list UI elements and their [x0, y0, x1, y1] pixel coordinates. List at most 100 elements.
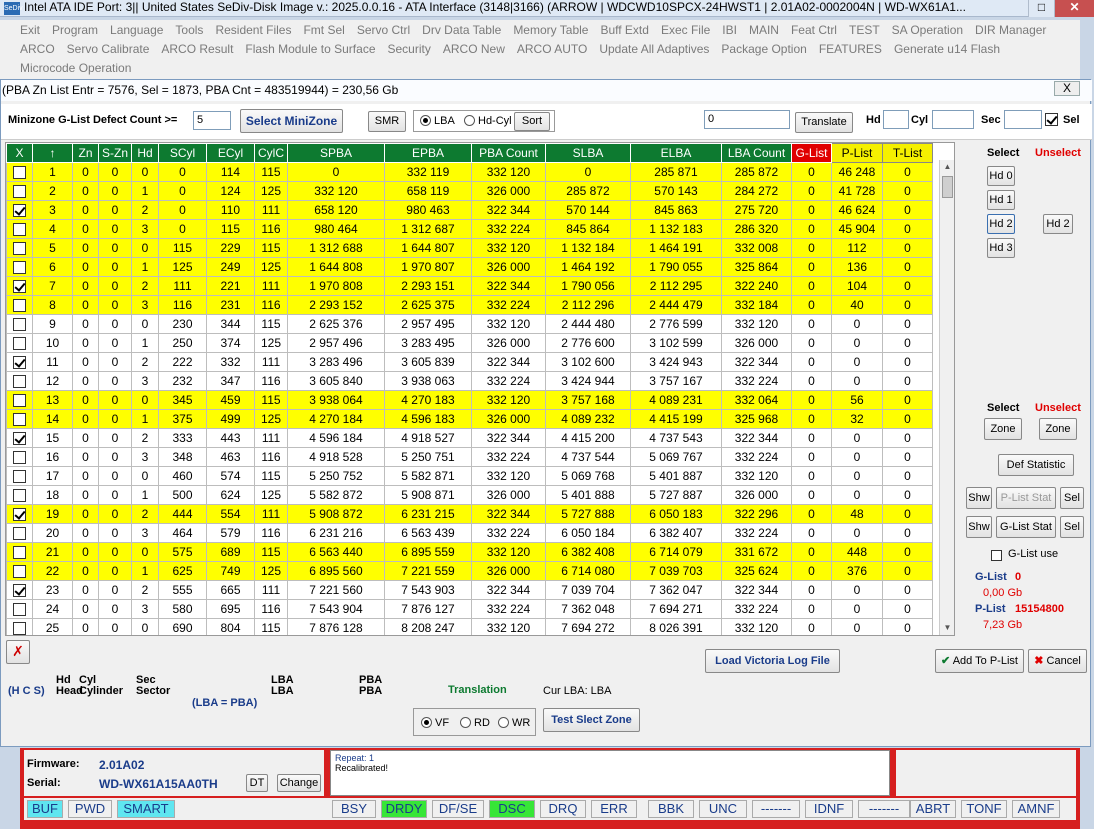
table-row[interactable]: 8 0 0 3 116 231 116 2 293 152 2 625 375 332 224 2 … [6, 295, 933, 315]
table-row[interactable]: 25 0 0 0 690 804 115 7 876 128 8 208 247 332 120 7… [6, 618, 933, 635]
menu-item-security[interactable]: Security [388, 42, 431, 56]
show-glist-button[interactable]: Shw [966, 516, 992, 538]
menu-item-flash-module-to-surface[interactable]: Flash Module to Surface [245, 42, 375, 56]
sec-input[interactable] [1004, 110, 1042, 129]
row-checkbox[interactable] [6, 371, 33, 391]
lba-radio[interactable]: LBA [420, 115, 455, 127]
row-checkbox[interactable] [6, 314, 33, 334]
select-minizone-button[interactable]: Select MiniZone [240, 109, 343, 133]
scroll-thumb[interactable] [942, 176, 953, 198]
change-button[interactable]: Change [277, 774, 321, 792]
vf-radio[interactable]: VF [421, 717, 449, 729]
hd3-button[interactable]: Hd 3 [987, 238, 1015, 258]
restore-icon[interactable]: □ [1028, 0, 1054, 17]
row-checkbox[interactable] [6, 618, 33, 635]
row-checkbox[interactable] [6, 352, 33, 372]
menu-item-language[interactable]: Language [110, 23, 163, 37]
table-row[interactable]: 19 0 0 2 444 554 111 5 908 872 6 231 215 322 344 5… [6, 504, 933, 524]
sort-button[interactable]: Sort [514, 112, 550, 131]
scroll-up-icon[interactable]: ▲ [940, 160, 955, 174]
menu-item-fmt-sel[interactable]: Fmt Sel [303, 23, 344, 37]
hdcyl-radio[interactable]: Hd-Cyl [464, 115, 512, 127]
row-checkbox[interactable] [6, 390, 33, 410]
row-checkbox[interactable] [6, 504, 33, 524]
sel-checkbox[interactable] [1045, 112, 1058, 127]
column-header-g-list[interactable]: G-List [791, 143, 832, 163]
log-box[interactable]: Repeat: 1 Recalibrated! [330, 750, 890, 796]
table-row[interactable]: 2 0 0 1 0 124 125 332 120 658 119 326 000 285 872 5… [6, 181, 933, 201]
menu-item-feat-ctrl[interactable]: Feat Ctrl [791, 23, 837, 37]
column-header-x[interactable]: X [6, 143, 33, 163]
table-row[interactable]: 17 0 0 0 460 574 115 5 250 752 5 582 871 332 120 5… [6, 466, 933, 486]
row-checkbox[interactable] [6, 485, 33, 505]
column-header-scyl[interactable]: SCyl [158, 143, 207, 163]
column-header-hd[interactable]: Hd [131, 143, 159, 163]
menu-item-resident-files[interactable]: Resident Files [215, 23, 291, 37]
wr-radio[interactable]: WR [498, 717, 530, 729]
column-header-[interactable]: ↑ [32, 143, 73, 163]
table-row[interactable]: 13 0 0 0 345 459 115 3 938 064 4 270 183 332 120 3… [6, 390, 933, 410]
row-checkbox[interactable] [6, 295, 33, 315]
rd-radio[interactable]: RD [460, 717, 490, 729]
menu-item-arco[interactable]: ARCO [20, 42, 55, 56]
row-checkbox[interactable] [6, 257, 33, 277]
table-row[interactable]: 10 0 0 1 250 374 125 2 957 496 3 283 495 326 000 2… [6, 333, 933, 353]
row-checkbox[interactable] [6, 333, 33, 353]
clear-icon[interactable]: ✗ [6, 640, 30, 664]
table-row[interactable]: 1 0 0 0 0 114 115 0 332 119 332 120 0 285 871 285 87… [6, 162, 933, 182]
row-checkbox[interactable] [6, 162, 33, 182]
show-plist-button[interactable]: Shw [966, 487, 992, 509]
plist-stat-button[interactable]: P-List Stat [996, 487, 1056, 509]
hd2-unselect-button[interactable]: Hd 2 [1043, 214, 1073, 234]
row-checkbox[interactable] [6, 523, 33, 543]
column-header-t-list[interactable]: T-List [882, 143, 933, 163]
unselect-zone-button[interactable]: Zone [1039, 418, 1077, 440]
column-header-elba[interactable]: ELBA [630, 143, 722, 163]
row-checkbox[interactable] [6, 561, 33, 581]
table-row[interactable]: 21 0 0 0 575 689 115 6 563 440 6 895 559 332 120 6… [6, 542, 933, 562]
row-checkbox[interactable] [6, 409, 33, 429]
menu-item-features[interactable]: FEATURES [819, 42, 882, 56]
zone-table[interactable]: X ↑ Zn S-Zn Hd SCyl ECyl CylC SPBA EPBA PBA Count S… [5, 142, 955, 636]
menu-item-program[interactable]: Program [52, 23, 98, 37]
scroll-down-icon[interactable]: ▼ [940, 621, 955, 635]
hd2-button[interactable]: Hd 2 [987, 214, 1015, 234]
column-header-lba-count[interactable]: LBA Count [721, 143, 792, 163]
table-row[interactable]: 7 0 0 2 111 221 111 1 970 808 2 293 151 322 344 1 … [6, 276, 933, 296]
def-statistic-button[interactable]: Def Statistic [998, 454, 1074, 476]
table-scrollbar[interactable]: ▲ ▼ [939, 160, 954, 635]
table-row[interactable]: 15 0 0 2 333 443 111 4 596 184 4 918 527 322 344 4… [6, 428, 933, 448]
menu-item-main[interactable]: MAIN [749, 23, 779, 37]
menu-item-ibi[interactable]: IBI [722, 23, 737, 37]
table-row[interactable]: 12 0 0 3 232 347 116 3 605 840 3 938 063 332 224 3… [6, 371, 933, 391]
glist-stat-button[interactable]: G-List Stat [996, 516, 1056, 538]
sel-glist-button[interactable]: Sel [1060, 516, 1084, 538]
menu-item-arco-new[interactable]: ARCO New [443, 42, 505, 56]
table-row[interactable]: 24 0 0 3 580 695 116 7 543 904 7 876 127 332 224 7… [6, 599, 933, 619]
row-checkbox[interactable] [6, 428, 33, 448]
sel-plist-button[interactable]: Sel [1060, 487, 1084, 509]
row-checkbox[interactable] [6, 599, 33, 619]
select-zone-button[interactable]: Zone [984, 418, 1022, 440]
column-header-pba-count[interactable]: PBA Count [471, 143, 546, 163]
menu-item-buff-extd[interactable]: Buff Extd [600, 23, 648, 37]
menu-item-sa-operation[interactable]: SA Operation [892, 23, 963, 37]
add-plist-button[interactable]: ✔ Add To P-List [935, 649, 1024, 673]
menu-item-memory-table[interactable]: Memory Table [513, 23, 588, 37]
table-row[interactable]: 3 0 0 2 0 110 111 658 120 980 463 322 344 570 144 8… [6, 200, 933, 220]
dialog-close-button[interactable]: X [1054, 81, 1080, 96]
load-log-button[interactable]: Load Victoria Log File [705, 649, 840, 673]
column-header-zn[interactable]: Zn [72, 143, 99, 163]
table-row[interactable]: 23 0 0 2 555 665 111 7 221 560 7 543 903 322 344 7… [6, 580, 933, 600]
table-row[interactable]: 20 0 0 3 464 579 116 6 231 216 6 563 439 332 224 6… [6, 523, 933, 543]
cyl-input[interactable] [932, 110, 974, 129]
menu-item-exit[interactable]: Exit [20, 23, 40, 37]
row-checkbox[interactable] [6, 219, 33, 239]
row-checkbox[interactable] [6, 447, 33, 467]
table-row[interactable]: 11 0 0 2 222 332 111 3 283 496 3 605 839 322 344 3… [6, 352, 933, 372]
menu-item-drv-data-table[interactable]: Drv Data Table [422, 23, 501, 37]
menu-item-servo-ctrl[interactable]: Servo Ctrl [357, 23, 410, 37]
menu-item-arco-auto[interactable]: ARCO AUTO [517, 42, 587, 56]
menu-item-generate-u14-flash[interactable]: Generate u14 Flash [894, 42, 1000, 56]
translate-input[interactable]: 0 [704, 110, 790, 129]
